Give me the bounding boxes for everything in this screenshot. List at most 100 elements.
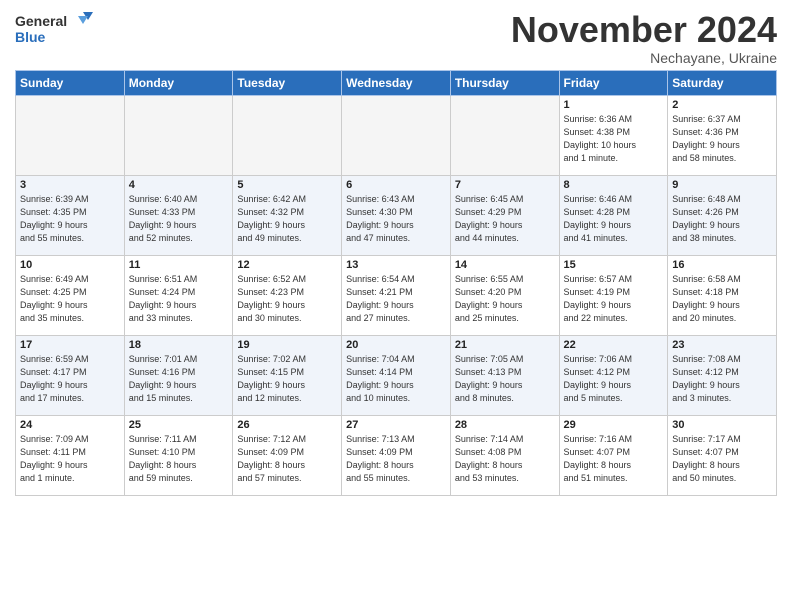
table-row: 21 Sunrise: 7:05 AM Sunset: 4:13 PM Dayli… [450,335,559,415]
day-detail: Sunrise: 7:09 AM Sunset: 4:11 PM Dayligh… [20,433,120,485]
header-saturday: Saturday [668,70,777,95]
calendar-week-row: 24 Sunrise: 7:09 AM Sunset: 4:11 PM Dayli… [16,415,777,495]
header-sunday: Sunday [16,70,125,95]
day-detail: Sunrise: 7:14 AM Sunset: 4:08 PM Dayligh… [455,433,555,485]
day-number: 5 [237,179,337,191]
table-row: 13 Sunrise: 6:54 AM Sunset: 4:21 PM Dayli… [342,255,451,335]
day-detail: Sunrise: 7:12 AM Sunset: 4:09 PM Dayligh… [237,433,337,485]
day-detail: Sunrise: 7:08 AM Sunset: 4:12 PM Dayligh… [672,353,772,405]
day-number: 17 [20,339,120,351]
day-detail: Sunrise: 6:46 AM Sunset: 4:28 PM Dayligh… [564,193,664,245]
table-row: 9 Sunrise: 6:48 AM Sunset: 4:26 PM Daylig… [668,175,777,255]
table-row [16,95,125,175]
svg-text:General: General [15,13,67,29]
day-number: 20 [346,339,446,351]
day-detail: Sunrise: 7:16 AM Sunset: 4:07 PM Dayligh… [564,433,664,485]
table-row [233,95,342,175]
table-row: 16 Sunrise: 6:58 AM Sunset: 4:18 PM Dayli… [668,255,777,335]
table-row: 20 Sunrise: 7:04 AM Sunset: 4:14 PM Dayli… [342,335,451,415]
header-thursday: Thursday [450,70,559,95]
day-number: 18 [129,339,229,351]
day-number: 13 [346,259,446,271]
calendar-week-row: 10 Sunrise: 6:49 AM Sunset: 4:25 PM Dayli… [16,255,777,335]
header-row: General Blue November 2024 Nechayane, Uk… [15,10,777,66]
table-row: 7Sunrise: 6:45 AM Sunset: 4:29 PM Daylig… [450,175,559,255]
day-number: 30 [672,419,772,431]
table-row: 1Sunrise: 6:36 AM Sunset: 4:38 PM Daylig… [559,95,668,175]
header-wednesday: Wednesday [342,70,451,95]
table-row: 15 Sunrise: 6:57 AM Sunset: 4:19 PM Dayli… [559,255,668,335]
table-row: 12 Sunrise: 6:52 AM Sunset: 4:23 PM Dayli… [233,255,342,335]
table-row [342,95,451,175]
day-detail: Sunrise: 6:59 AM Sunset: 4:17 PM Dayligh… [20,353,120,405]
title-block: November 2024 Nechayane, Ukraine [511,10,777,66]
calendar-week-row: 17 Sunrise: 6:59 AM Sunset: 4:17 PM Dayli… [16,335,777,415]
day-number: 28 [455,419,555,431]
calendar-table: Sunday Monday Tuesday Wednesday Thursday… [15,70,777,496]
table-row: 17 Sunrise: 6:59 AM Sunset: 4:17 PM Dayli… [16,335,125,415]
day-detail: Sunrise: 7:11 AM Sunset: 4:10 PM Dayligh… [129,433,229,485]
table-row: 30Sunrise: 7:17 AM Sunset: 4:07 PM Dayli… [668,415,777,495]
table-row: 29Sunrise: 7:16 AM Sunset: 4:07 PM Dayli… [559,415,668,495]
day-detail: Sunrise: 6:36 AM Sunset: 4:38 PM Dayligh… [564,113,664,165]
day-detail: Sunrise: 6:48 AM Sunset: 4:26 PM Dayligh… [672,193,772,245]
table-row: 2Sunrise: 6:37 AM Sunset: 4:36 PM Daylig… [668,95,777,175]
day-number: 21 [455,339,555,351]
table-row: 27 Sunrise: 7:13 AM Sunset: 4:09 PM Dayli… [342,415,451,495]
table-row: 22Sunrise: 7:06 AM Sunset: 4:12 PM Dayli… [559,335,668,415]
day-detail: Sunrise: 6:43 AM Sunset: 4:30 PM Dayligh… [346,193,446,245]
header-tuesday: Tuesday [233,70,342,95]
day-number: 3 [20,179,120,191]
header-friday: Friday [559,70,668,95]
day-detail: Sunrise: 7:13 AM Sunset: 4:09 PM Dayligh… [346,433,446,485]
day-detail: Sunrise: 6:39 AM Sunset: 4:35 PM Dayligh… [20,193,120,245]
day-detail: Sunrise: 6:54 AM Sunset: 4:21 PM Dayligh… [346,273,446,325]
day-number: 25 [129,419,229,431]
day-number: 23 [672,339,772,351]
calendar-week-row: 1Sunrise: 6:36 AM Sunset: 4:38 PM Daylig… [16,95,777,175]
location-subtitle: Nechayane, Ukraine [511,50,777,66]
day-number: 14 [455,259,555,271]
main-container: General Blue November 2024 Nechayane, Uk… [0,0,792,506]
day-detail: Sunrise: 7:02 AM Sunset: 4:15 PM Dayligh… [237,353,337,405]
calendar-header-row: Sunday Monday Tuesday Wednesday Thursday… [16,70,777,95]
table-row: 23 Sunrise: 7:08 AM Sunset: 4:12 PM Dayli… [668,335,777,415]
day-number: 4 [129,179,229,191]
day-number: 22 [564,339,664,351]
table-row: 26 Sunrise: 7:12 AM Sunset: 4:09 PM Dayli… [233,415,342,495]
day-detail: Sunrise: 7:04 AM Sunset: 4:14 PM Dayligh… [346,353,446,405]
day-number: 15 [564,259,664,271]
day-number: 10 [20,259,120,271]
day-number: 19 [237,339,337,351]
header-monday: Monday [124,70,233,95]
day-number: 9 [672,179,772,191]
day-number: 24 [20,419,120,431]
day-number: 7 [455,179,555,191]
day-number: 16 [672,259,772,271]
table-row: 6 Sunrise: 6:43 AM Sunset: 4:30 PM Daylig… [342,175,451,255]
table-row: 24 Sunrise: 7:09 AM Sunset: 4:11 PM Dayli… [16,415,125,495]
day-detail: Sunrise: 7:05 AM Sunset: 4:13 PM Dayligh… [455,353,555,405]
table-row: 25 Sunrise: 7:11 AM Sunset: 4:10 PM Dayli… [124,415,233,495]
logo: General Blue [15,10,95,52]
table-row: 5 Sunrise: 6:42 AM Sunset: 4:32 PM Daylig… [233,175,342,255]
table-row: 4 Sunrise: 6:40 AM Sunset: 4:33 PM Daylig… [124,175,233,255]
table-row: 18Sunrise: 7:01 AM Sunset: 4:16 PM Dayli… [124,335,233,415]
day-number: 6 [346,179,446,191]
day-number: 27 [346,419,446,431]
day-number: 26 [237,419,337,431]
day-detail: Sunrise: 6:42 AM Sunset: 4:32 PM Dayligh… [237,193,337,245]
logo-svg: General Blue [15,10,95,52]
day-detail: Sunrise: 6:57 AM Sunset: 4:19 PM Dayligh… [564,273,664,325]
day-detail: Sunrise: 6:40 AM Sunset: 4:33 PM Dayligh… [129,193,229,245]
table-row: 10 Sunrise: 6:49 AM Sunset: 4:25 PM Dayli… [16,255,125,335]
table-row: 8Sunrise: 6:46 AM Sunset: 4:28 PM Daylig… [559,175,668,255]
day-detail: Sunrise: 6:52 AM Sunset: 4:23 PM Dayligh… [237,273,337,325]
table-row: 19 Sunrise: 7:02 AM Sunset: 4:15 PM Dayli… [233,335,342,415]
day-detail: Sunrise: 6:49 AM Sunset: 4:25 PM Dayligh… [20,273,120,325]
calendar-week-row: 3 Sunrise: 6:39 AM Sunset: 4:35 PM Daylig… [16,175,777,255]
day-detail: Sunrise: 6:58 AM Sunset: 4:18 PM Dayligh… [672,273,772,325]
day-number: 12 [237,259,337,271]
table-row: 11Sunrise: 6:51 AM Sunset: 4:24 PM Dayli… [124,255,233,335]
month-title: November 2024 [511,10,777,50]
